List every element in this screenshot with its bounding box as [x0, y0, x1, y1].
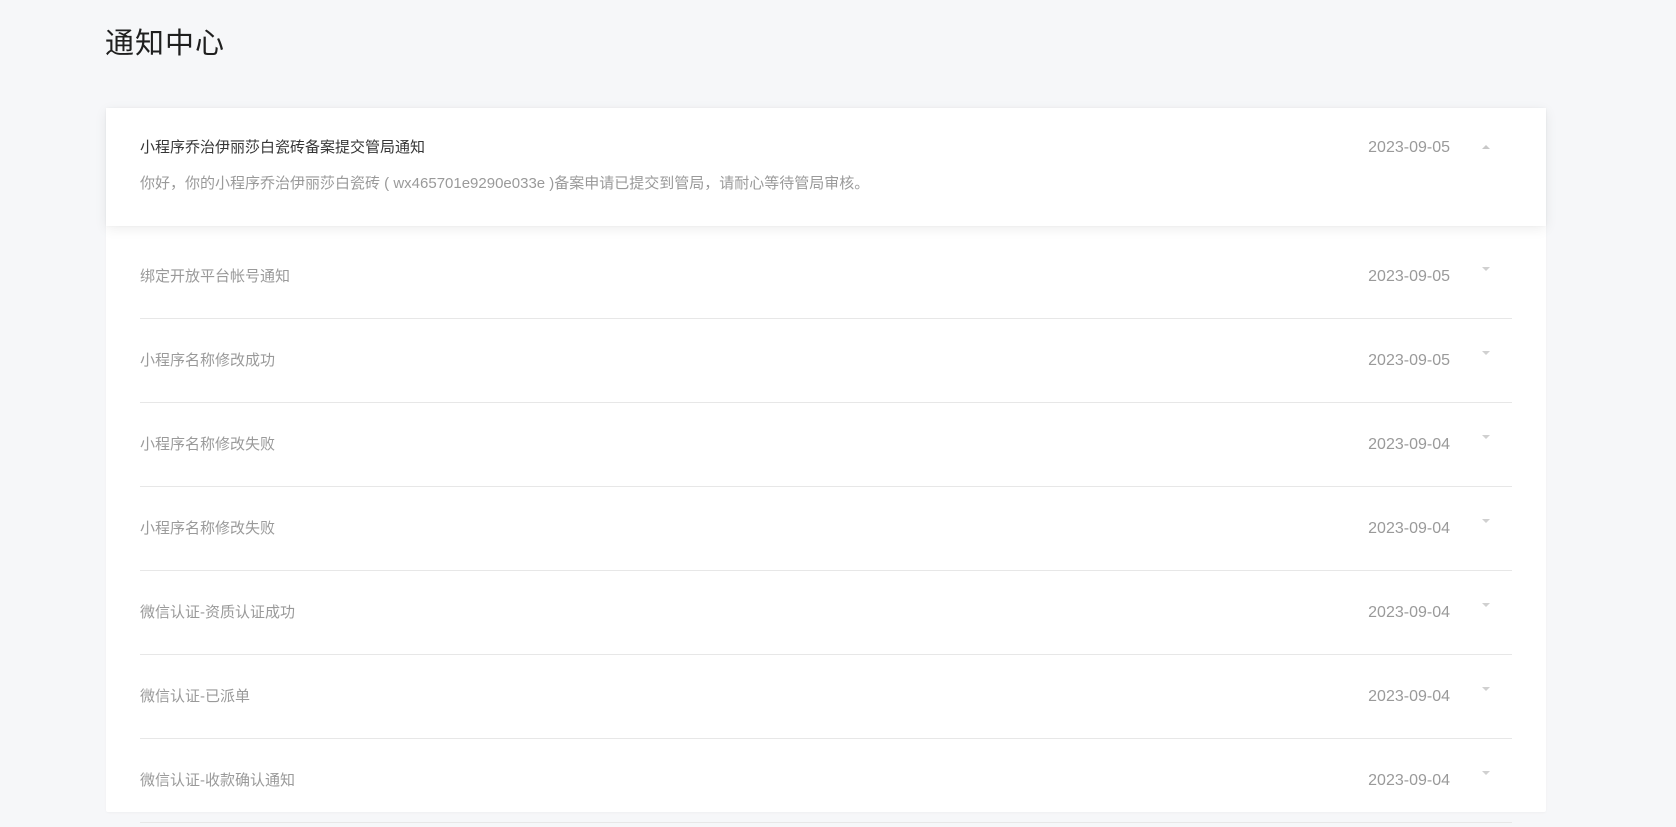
chevron-down-icon[interactable]	[1482, 687, 1490, 691]
chevron-down-icon[interactable]	[1482, 435, 1490, 439]
notification-list: 绑定开放平台帐号通知 2023-09-05 小程序名称修改成功 2023-09-…	[140, 226, 1512, 823]
chevron-down-icon[interactable]	[1482, 603, 1490, 607]
notification-date: 2023-09-04	[1368, 772, 1450, 789]
notification-title: 绑定开放平台帐号通知	[140, 268, 291, 285]
notification-date: 2023-09-05	[1368, 268, 1450, 285]
chevron-up-icon[interactable]	[1482, 145, 1490, 149]
notification-date: 2023-09-05	[1368, 139, 1450, 156]
notification-item[interactable]: 绑定开放平台帐号通知 2023-09-05	[140, 226, 1512, 319]
notification-list-card: 小程序乔治伊丽莎白瓷砖备案提交管局通知 2023-09-05 你好，你的小程序乔…	[106, 108, 1546, 823]
chevron-down-icon[interactable]	[1482, 351, 1490, 355]
notification-date: 2023-09-04	[1368, 688, 1450, 705]
notification-item[interactable]: 小程序名称修改失败 2023-09-04	[140, 403, 1512, 487]
notification-title: 微信认证-收款确认通知	[140, 772, 295, 789]
notification-title: 微信认证-资质认证成功	[140, 604, 295, 621]
chevron-down-icon[interactable]	[1482, 771, 1490, 775]
notification-item-expanded[interactable]: 小程序乔治伊丽莎白瓷砖备案提交管局通知 2023-09-05 你好，你的小程序乔…	[106, 108, 1546, 226]
notification-title: 小程序名称修改成功	[140, 352, 276, 369]
notification-title: 小程序名称修改失败	[140, 436, 276, 453]
chevron-down-icon[interactable]	[1482, 267, 1490, 271]
notification-item[interactable]: 小程序名称修改失败 2023-09-04	[140, 487, 1512, 571]
notification-title: 小程序名称修改失败	[140, 520, 276, 537]
notification-title: 微信认证-已派单	[140, 688, 250, 705]
page-title: 通知中心	[105, 28, 226, 60]
chevron-down-icon[interactable]	[1482, 519, 1490, 523]
notification-date: 2023-09-04	[1368, 604, 1450, 621]
notification-item[interactable]: 微信认证-资质认证成功 2023-09-04	[140, 571, 1512, 655]
notification-item[interactable]: 微信认证-收款确认通知 2023-09-04	[140, 739, 1512, 823]
notification-item[interactable]: 微信认证-已派单 2023-09-04	[140, 655, 1512, 739]
notification-date: 2023-09-04	[1368, 520, 1450, 537]
notification-item[interactable]: 小程序名称修改成功 2023-09-05	[140, 319, 1512, 403]
notification-title: 小程序乔治伊丽莎白瓷砖备案提交管局通知	[140, 139, 426, 156]
notification-center-page: 通知中心 小程序乔治伊丽莎白瓷砖备案提交管局通知 2023-09-05 你好，你…	[0, 0, 1676, 827]
notification-date: 2023-09-04	[1368, 436, 1450, 453]
notification-date: 2023-09-05	[1368, 352, 1450, 369]
notification-content: 你好，你的小程序乔治伊丽莎白瓷砖 ( wx465701e9290e033e )备…	[140, 175, 870, 192]
